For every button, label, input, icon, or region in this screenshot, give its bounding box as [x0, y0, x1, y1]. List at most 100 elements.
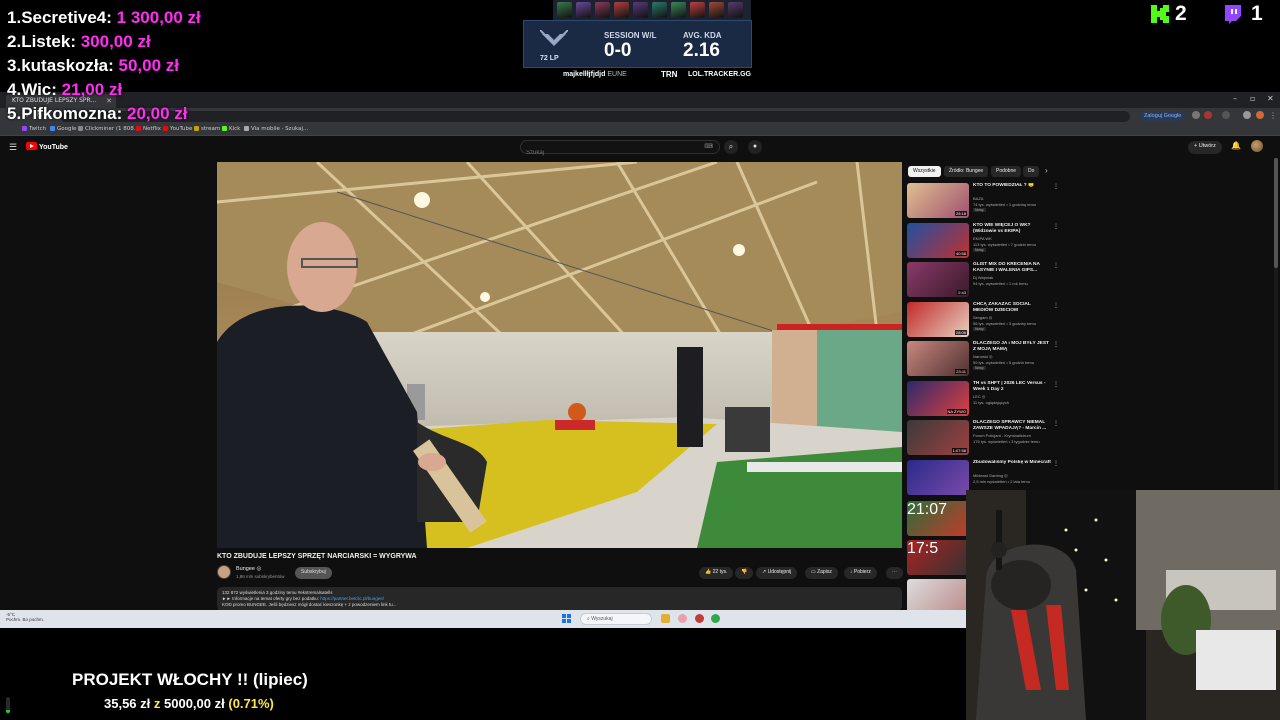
hamburger-menu-icon[interactable]: ☰ — [9, 142, 17, 153]
chip-more[interactable]: Do — [1023, 166, 1040, 177]
recommendation-channel[interactable]: Narorski ◎ — [973, 354, 993, 359]
recommendation-thumbnail[interactable] — [907, 459, 969, 495]
more-options-icon[interactable]: ⋮ — [1053, 183, 1059, 190]
more-actions-button[interactable]: ⋯ — [886, 567, 903, 579]
channel-avatar[interactable] — [217, 565, 231, 579]
share-button[interactable]: ↗ Udostępnij — [756, 567, 798, 579]
more-options-icon[interactable]: ⋮ — [1053, 460, 1059, 467]
recommendation-thumbnail[interactable]: 28:06 — [907, 301, 969, 337]
video-description[interactable]: 132 872 wyświetlenia 3 godziny temu #eks… — [217, 587, 902, 611]
recommendation-channel[interactable]: LEC ◎ — [973, 394, 985, 399]
recommendation-thumbnail[interactable]: 40:58 — [907, 222, 969, 258]
recommendation-item[interactable]: 40:58 KTO WIE WIĘCEJ O WK? (Widzowie vs E… — [907, 222, 1059, 260]
recommendation-thumbnail[interactable]: 23:11 — [907, 341, 969, 376]
dislike-button[interactable]: 👎 — [735, 567, 754, 579]
menu-kebab-icon[interactable]: ⋮ — [1269, 111, 1277, 120]
extension-icon[interactable] — [1192, 111, 1200, 119]
file-explorer-icon[interactable] — [661, 614, 670, 623]
bookmark-stream[interactable]: stream — [194, 126, 220, 132]
share-icon: ↗ — [762, 569, 767, 575]
more-options-icon[interactable]: ⋮ — [1053, 262, 1059, 269]
recommendation-item[interactable]: 2:43 GLIŚT MIX DO KRECENIA NA KASYNIE I W… — [907, 262, 1059, 299]
chevron-right-icon[interactable]: › — [1045, 166, 1048, 175]
maximize-icon[interactable]: ▫ — [1250, 94, 1255, 103]
bookmark-google[interactable]: Google — [50, 126, 76, 132]
search-button[interactable]: ⌕ — [724, 140, 738, 154]
description-link[interactable]: https://partner.betclic.pl/bungee/ — [320, 596, 384, 601]
bookmark-clickminer[interactable]: Clickminer (1 808... — [78, 126, 139, 132]
save-button[interactable]: ▭ Zapisz — [805, 567, 838, 579]
extensions-icon[interactable] — [1222, 111, 1230, 119]
bookmark-netflix[interactable]: Netflix — [136, 126, 161, 132]
channel-name[interactable]: Bungee ◎ — [236, 566, 261, 572]
minimize-icon[interactable]: – — [1233, 94, 1237, 103]
microphone-icon[interactable]: ● — [748, 140, 762, 154]
taskbar-search-input[interactable]: ⌕ Wyszukaj — [580, 613, 652, 625]
recommendation-title[interactable]: KTO TO POWIEDZIAŁ ? 🙂 — [973, 183, 1051, 195]
recommendation-channel[interactable]: Forum Policjant - Kryminalistrum — [973, 433, 1031, 438]
create-button[interactable]: + Utwórz — [1188, 141, 1222, 154]
recommendation-item[interactable]: 23:11 DLACZEGO JA i MÓJ BYŁY JEST Z MOJĄ … — [907, 341, 1059, 378]
chip-similar[interactable]: Podobne — [991, 166, 1022, 177]
donor-amount: 20,00 zł — [126, 104, 188, 123]
recommendation-title[interactable]: CHCĄ ZAKAZAĆ SOCIAL MEDIÓW DZIECIOM — [973, 302, 1051, 314]
google-signin-button[interactable]: Zaloguj Google — [1140, 111, 1186, 121]
donor-amount: 300,00 zł — [80, 32, 151, 51]
more-options-icon[interactable]: ⋮ — [1053, 381, 1059, 388]
close-window-icon[interactable]: ✕ — [1267, 94, 1274, 103]
extension-icon[interactable] — [1204, 111, 1212, 119]
more-options-icon[interactable]: ⋮ — [1053, 302, 1059, 309]
recommendation-title[interactable]: DLACZEGO JA i MÓJ BYŁY JEST Z MOJĄ MAMĄ — [973, 341, 1051, 353]
recommendation-title[interactable]: TH vs SHFT | 2026 LEC Versus - Week 1 Da… — [973, 381, 1051, 393]
recommendation-channel[interactable]: Sexgam ◎ — [973, 315, 992, 320]
scrollbar-thumb[interactable] — [1274, 158, 1278, 268]
recommendation-thumbnail[interactable]: 2:43 — [907, 262, 969, 297]
recommendation-thumbnail[interactable]: 25:18 — [907, 183, 969, 218]
recommendation-channel[interactable]: Mildeast Gaming ◎ — [973, 473, 1008, 478]
recommendation-thumbnail[interactable]: 21:07 — [907, 501, 969, 536]
recommendation-item[interactable]: NA ŻYWO TH vs SHFT | 2026 LEC Versus - We… — [907, 380, 1059, 418]
youtube-logo[interactable]: YouTube — [26, 142, 68, 151]
recommendation-channel[interactable]: Dj Wapniak — [973, 275, 993, 280]
chip-all[interactable]: Wszystkie — [908, 166, 941, 177]
recommendation-thumbnail[interactable]: NA ŻYWO — [907, 380, 969, 416]
profile-avatar-icon[interactable] — [1256, 111, 1264, 119]
recommendation-thumbnail[interactable]: 17:5 — [907, 540, 969, 575]
recommendation-channel[interactable]: BAZA — [973, 196, 983, 201]
donor-amount: 21,00 zł — [61, 80, 123, 99]
recommendation-channel[interactable]: EKIPA WK — [973, 236, 992, 241]
chip-source[interactable]: Źródło: Bungee — [944, 166, 989, 177]
app-icon[interactable] — [678, 614, 687, 623]
donor-name: Wic: — [21, 80, 57, 99]
more-options-icon[interactable]: ⋮ — [1053, 420, 1059, 427]
user-avatar[interactable] — [1251, 140, 1263, 152]
bookmark-youtube[interactable]: YouTube — [163, 126, 192, 132]
subscribe-button[interactable]: Subskrybuj — [295, 567, 332, 579]
url-input[interactable] — [60, 111, 1130, 122]
profile-icon[interactable] — [1243, 111, 1251, 119]
recommendation-title[interactable]: KTO WIE WIĘCEJ O WK? (Widzowie vs EKIPA) — [973, 223, 1051, 235]
bookmark-twitch[interactable]: Twitch — [22, 126, 46, 132]
app-icon[interactable] — [695, 614, 704, 623]
recommendation-item[interactable]: 28:06 CHCĄ ZAKAZAĆ SOCIAL MEDIÓW DZIECIOM… — [907, 301, 1059, 339]
bookmark-search[interactable]: Via mobile · Szukaj... — [244, 126, 308, 132]
like-button[interactable]: 👍 22 tys. — [699, 567, 734, 579]
weather-widget[interactable]: -5°C Pochm. Bo pochm. — [6, 612, 44, 622]
download-button[interactable]: ↓ Pobierz — [844, 567, 877, 579]
recommendation-thumbnail[interactable]: 1:07:58 — [907, 420, 969, 455]
recommendation-title[interactable]: DLACZEGO SPRAWCY NIEMAL ZAWSZE WPADAJĄ? … — [973, 420, 1051, 432]
recommendation-item[interactable]: 1:07:58 DLACZEGO SPRAWCY NIEMAL ZAWSZE WP… — [907, 420, 1059, 457]
recommendation-title[interactable]: Zbudowaliśmy Polskę w Minecraft — [973, 460, 1051, 472]
keyboard-icon[interactable]: ⌨ — [704, 143, 713, 150]
video-player[interactable] — [217, 162, 902, 548]
chrome-icon[interactable] — [711, 614, 720, 623]
more-options-icon[interactable]: ⋮ — [1053, 341, 1059, 348]
search-input[interactable] — [521, 147, 691, 159]
windows-start-icon[interactable] — [562, 614, 571, 623]
recommendation-item[interactable]: 25:18 KTO TO POWIEDZIAŁ ? 🙂 BAZA 74 tys. wy… — [907, 183, 1059, 220]
recommendation-title[interactable]: GLIŚT MIX DO KRECENIA NA KASYNIE I WALEN… — [973, 262, 1051, 274]
more-options-icon[interactable]: ⋮ — [1053, 223, 1059, 230]
notifications-bell-icon[interactable]: 🔔 — [1231, 141, 1241, 150]
bookmark-kick[interactable]: Kick — [222, 126, 240, 132]
recommendation-thumbnail[interactable] — [907, 579, 969, 614]
